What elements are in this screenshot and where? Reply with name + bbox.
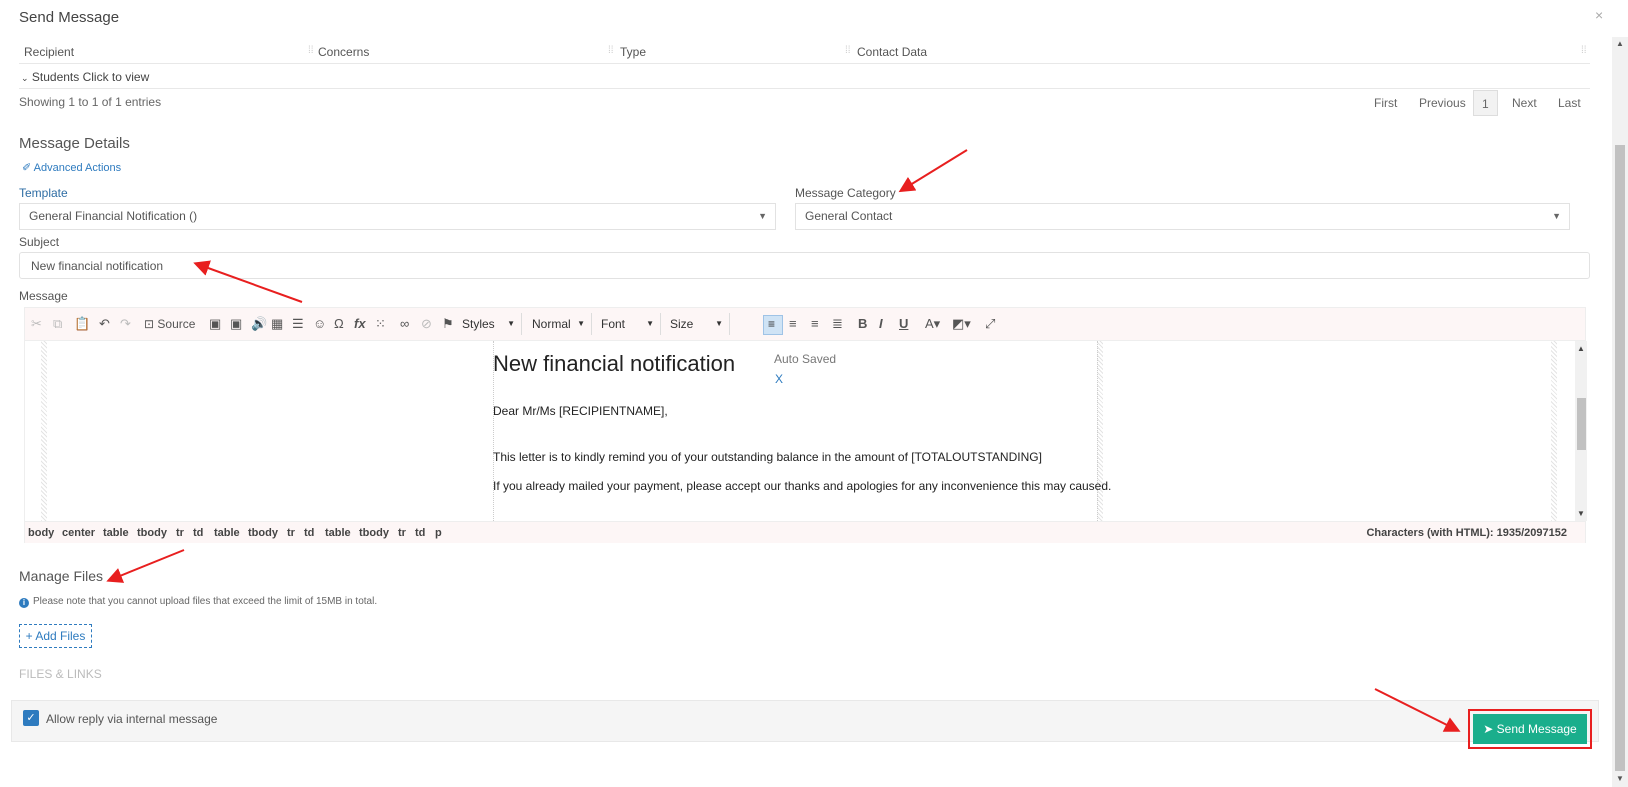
annotation-arrow [1374,688,1461,732]
annotation-arrow [193,260,303,303]
annotation-arrow [898,149,968,193]
annotation-arrows [106,149,1461,732]
annotation-arrow [106,549,185,583]
